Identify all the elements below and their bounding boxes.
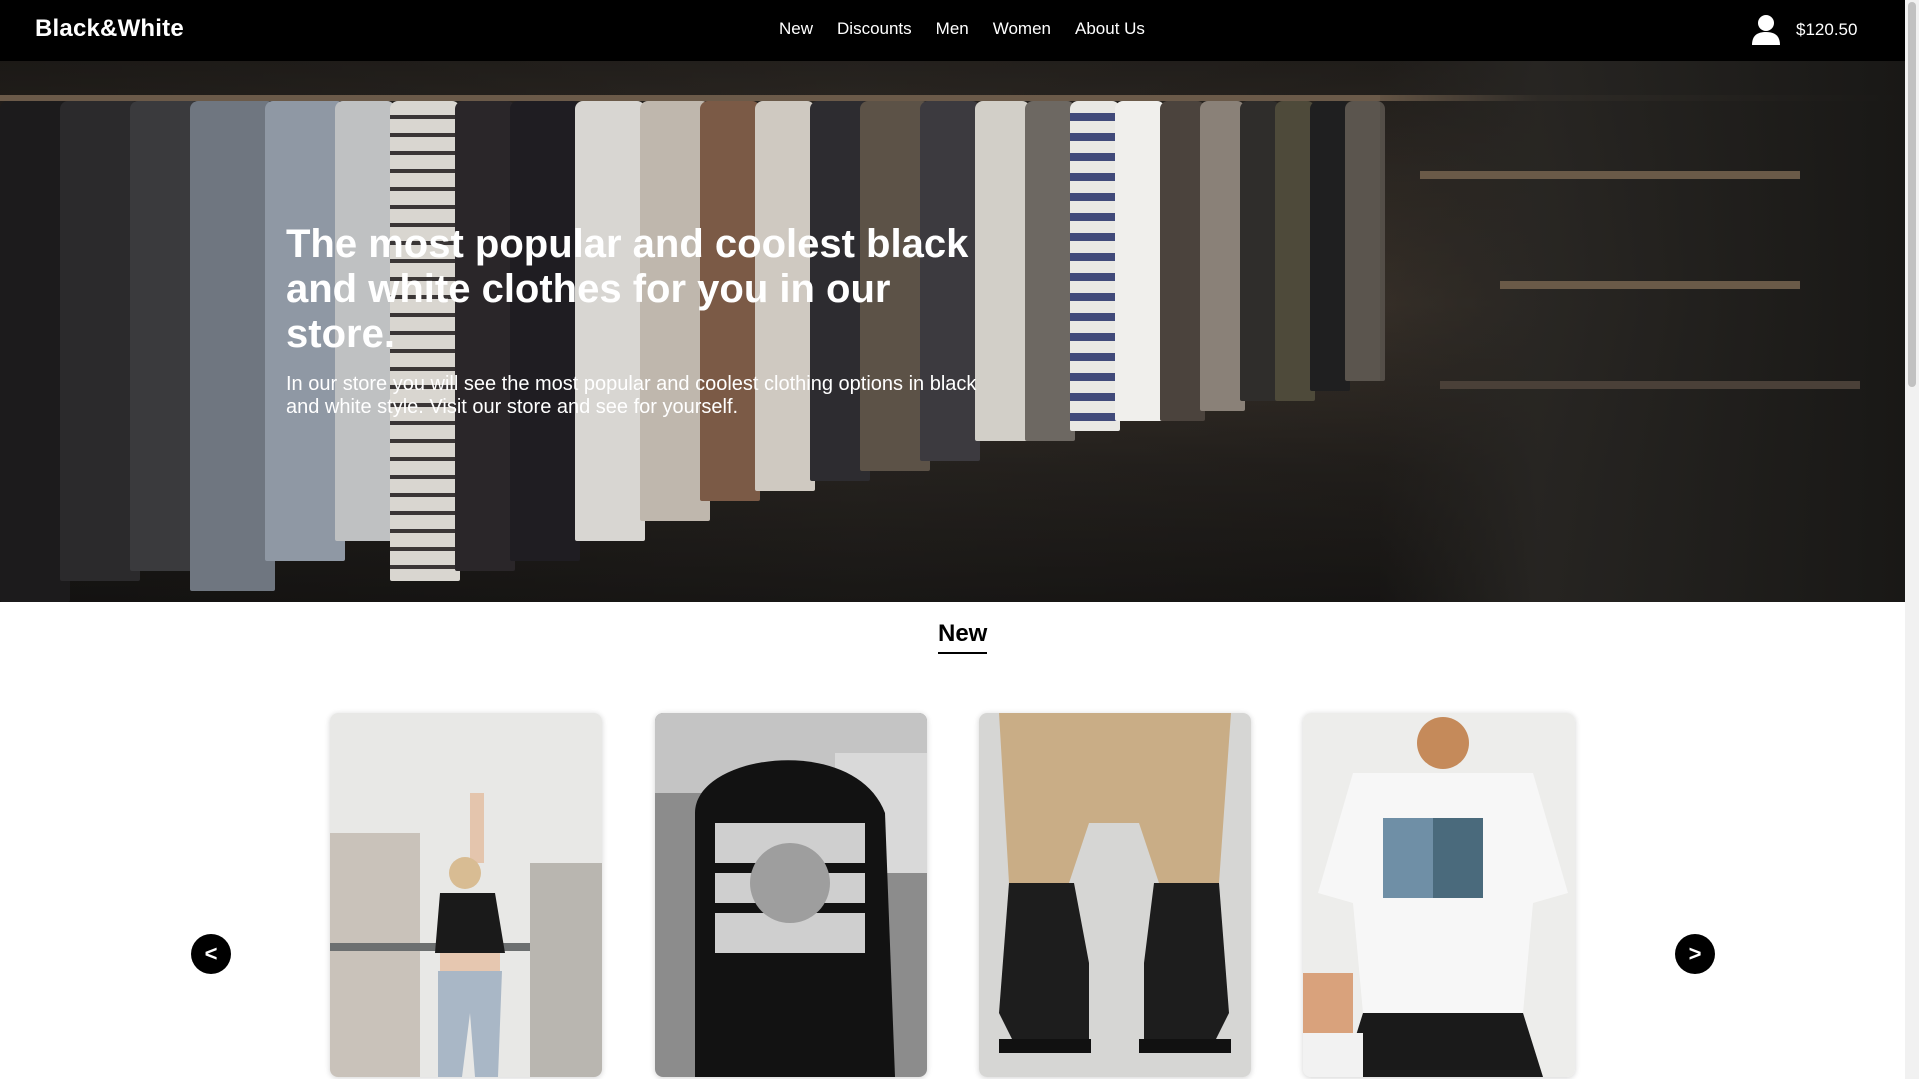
carousel-next-button[interactable]: > — [1675, 934, 1715, 974]
hero-store-interior — [1380, 61, 1905, 602]
nav-item-women[interactable]: Women — [993, 19, 1051, 39]
user-icon[interactable] — [1751, 14, 1781, 46]
section-title-new: New — [938, 620, 988, 654]
site-logo[interactable]: Black&White — [35, 15, 184, 43]
page-scrollbar[interactable] — [1905, 0, 1919, 1079]
scrollbar-thumb[interactable] — [1908, 2, 1916, 387]
product-image — [1303, 713, 1575, 1077]
cart-total[interactable]: $120.50 — [1796, 20, 1857, 40]
product-image — [330, 713, 602, 1077]
product-card[interactable] — [330, 713, 602, 1077]
hero-title: The most popular and coolest black and w… — [286, 222, 969, 356]
nav-item-about-us[interactable]: About Us — [1075, 19, 1145, 39]
product-card[interactable] — [1303, 713, 1575, 1077]
nav-item-men[interactable]: Men — [936, 19, 969, 39]
hero-banner: The most popular and coolest black and w… — [0, 61, 1905, 602]
carousel-prev-button[interactable]: < — [191, 934, 231, 974]
product-card[interactable] — [655, 713, 927, 1077]
hero-subtitle: In our store you will see the most popul… — [286, 373, 977, 418]
product-card[interactable] — [979, 713, 1251, 1077]
nav-item-new[interactable]: New — [779, 19, 813, 39]
main-nav: New Discounts Men Women About Us — [779, 19, 1169, 39]
nav-item-discounts[interactable]: Discounts — [837, 19, 912, 39]
site-header: Black&White New Discounts Men Women Abou… — [0, 0, 1905, 61]
product-image — [979, 713, 1251, 1077]
product-image — [655, 713, 927, 1077]
